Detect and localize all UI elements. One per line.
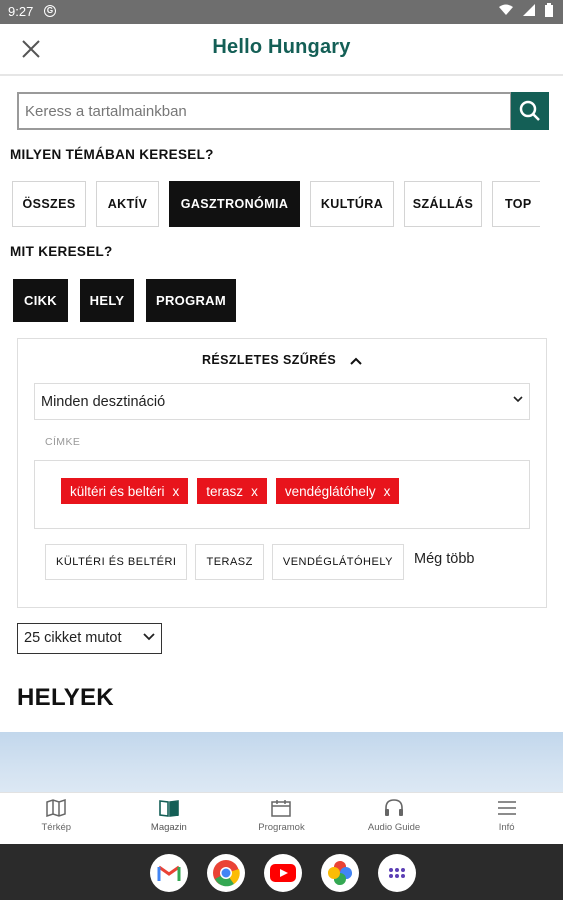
remove-tag-icon[interactable]: x	[173, 484, 180, 499]
nav-item-programok[interactable]: Programok	[225, 793, 338, 844]
search-bar	[17, 92, 549, 130]
detailed-filter-toggle[interactable]: RÉSZLETES SZŰRÉS	[18, 353, 546, 367]
search-icon	[519, 100, 540, 121]
suggested-tag[interactable]: KÜLTÉRI ÉS BELTÉRI	[45, 544, 188, 580]
tag-text: kültéri és beltéri	[70, 483, 165, 499]
google-status-icon: G	[44, 5, 56, 17]
signal-icon	[523, 4, 535, 16]
type-label: MIT KERESEL?	[10, 244, 113, 259]
system-dock	[0, 844, 563, 900]
nav-label: Programok	[258, 822, 305, 833]
section-title: HELYEK	[17, 684, 114, 711]
type-chips: CIKK HELY PROGRAM	[13, 279, 236, 322]
nav-label: Térkép	[41, 822, 72, 833]
app-logo: Hello Hungary	[212, 36, 351, 58]
topic-chip-top[interactable]: TOP	[492, 181, 540, 227]
destination-value: Minden desztináció	[41, 394, 166, 410]
remove-tag-icon[interactable]: x	[251, 484, 258, 499]
tag-label: CÍMKE	[45, 436, 81, 448]
status-time: 9:27	[8, 4, 34, 19]
map-icon	[46, 799, 67, 817]
chevron-up-icon	[350, 357, 362, 365]
remove-tag-icon[interactable]: x	[384, 484, 391, 499]
menu-icon	[497, 801, 516, 815]
type-chip-hely[interactable]: HELY	[80, 279, 134, 322]
selected-tags-box: kültéri és beltéri x terasz x vendéglátó…	[34, 460, 530, 529]
topic-chip-osszes[interactable]: ÖSSZES	[12, 181, 86, 227]
topic-label: MILYEN TÉMÁBAN KERESEL?	[10, 147, 214, 162]
topic-chip-aktiv[interactable]: AKTÍV	[96, 181, 159, 227]
search-input[interactable]	[17, 92, 512, 130]
headphones-icon	[385, 799, 404, 816]
topic-chips: ÖSSZES AKTÍV GASZTRONÓMIA KULTÚRA SZÁLLÁ…	[0, 181, 540, 227]
chevron-down-icon	[143, 633, 155, 641]
selected-tag[interactable]: terasz x	[197, 478, 267, 504]
search-button[interactable]	[511, 92, 549, 130]
magazine-icon	[159, 800, 179, 817]
selected-tag[interactable]: kültéri és beltéri x	[61, 478, 189, 504]
suggested-tag[interactable]: TERASZ	[195, 544, 264, 580]
detailed-filter-panel: RÉSZLETES SZŰRÉS Minden desztináció CÍMK…	[17, 338, 547, 608]
wifi-icon	[499, 4, 513, 15]
status-bar: 9:27 G	[0, 0, 563, 24]
youtube-icon[interactable]	[264, 854, 302, 892]
gmail-icon[interactable]	[150, 854, 188, 892]
photos-icon[interactable]	[321, 854, 359, 892]
nav-item-magazin[interactable]: Magazin	[113, 793, 226, 844]
nav-item-info[interactable]: Infó	[450, 793, 563, 844]
nav-item-audio-guide[interactable]: Audio Guide	[338, 793, 451, 844]
topic-chip-gasztronomia[interactable]: GASZTRONÓMIA	[169, 181, 300, 227]
nav-label: Infó	[498, 822, 515, 833]
chevron-down-icon	[513, 396, 523, 403]
hero-image[interactable]	[0, 732, 563, 792]
more-tags-link[interactable]: Még több	[414, 551, 474, 567]
destination-select[interactable]: Minden desztináció	[34, 383, 530, 420]
tag-text: vendéglátóhely	[284, 483, 376, 499]
chrome-icon[interactable]	[207, 854, 245, 892]
bottom-nav: Térkép Magazin Programok Audio Guide Inf…	[0, 792, 563, 844]
topic-chip-kultura[interactable]: KULTÚRA	[310, 181, 394, 227]
type-chip-cikk[interactable]: CIKK	[13, 279, 68, 322]
app-bar: Hello Hungary	[0, 24, 563, 76]
nav-item-terkep[interactable]: Térkép	[0, 793, 113, 844]
battery-icon	[545, 3, 553, 17]
detailed-filter-heading: RÉSZLETES SZŰRÉS	[201, 353, 337, 367]
suggested-tag[interactable]: VENDÉGLÁTÓHELY	[271, 544, 404, 580]
status-icons	[499, 3, 553, 17]
nav-label: Magazin	[150, 822, 187, 833]
tag-suggestions: KÜLTÉRI ÉS BELTÉRI TERASZ VENDÉGLÁTÓHELY…	[45, 544, 474, 580]
apps-icon[interactable]	[378, 854, 416, 892]
results-count-value: 25 cikket mutot	[24, 630, 122, 646]
topic-chip-szallas[interactable]: SZÁLLÁS	[404, 181, 482, 227]
type-chip-program[interactable]: PROGRAM	[146, 279, 236, 322]
nav-label: Audio Guide	[367, 822, 421, 833]
selected-tag[interactable]: vendéglátóhely x	[275, 478, 400, 504]
tag-text: terasz	[206, 483, 244, 499]
calendar-icon	[271, 800, 292, 817]
results-count-select[interactable]: 25 cikket mutot	[17, 623, 162, 654]
